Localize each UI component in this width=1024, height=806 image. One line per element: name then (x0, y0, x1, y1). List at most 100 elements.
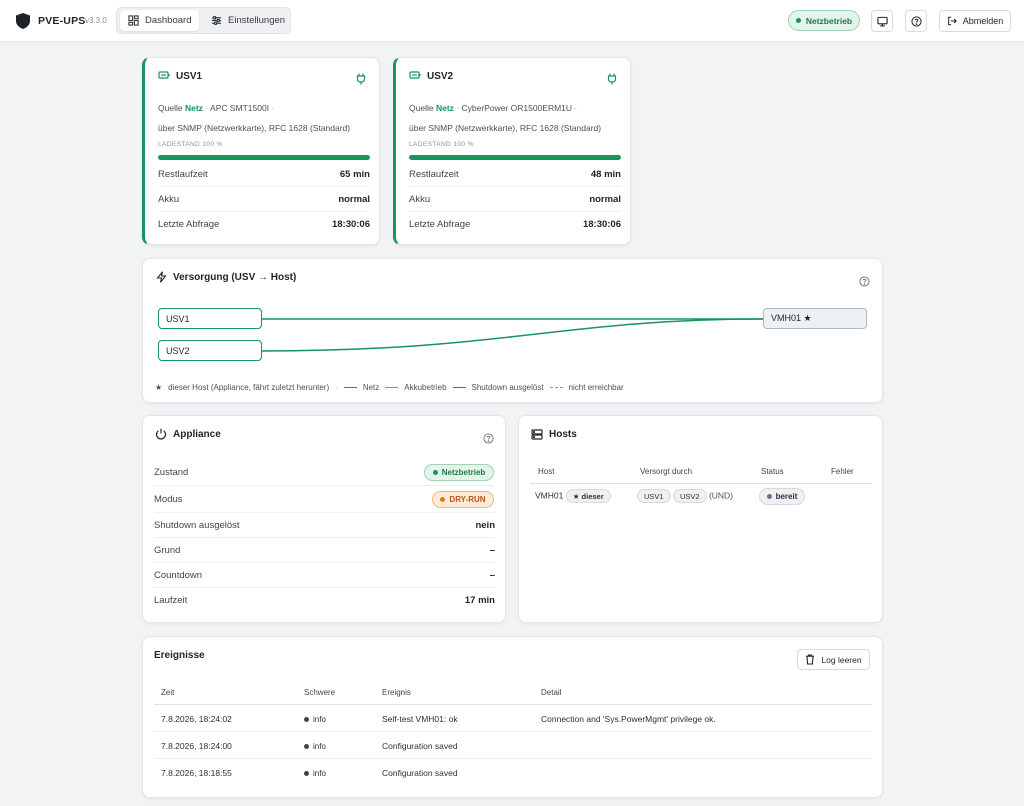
plug-icon (356, 73, 366, 85)
row-key: Zustand (154, 466, 189, 478)
row-key: Restlaufzeit (158, 168, 208, 180)
supply-card: Versorgung (USV → Host) USV1 USV2 VMH01 … (142, 258, 883, 403)
severity-label: info (313, 715, 326, 724)
status-badge: Netzbetrieb (788, 10, 860, 31)
ups-card-usv1: USV1 Quelle Netz · APC SMT1500I · über S… (142, 57, 380, 245)
clear-log-button[interactable]: Log leeren (797, 649, 870, 670)
ups-chip: USV1 (637, 489, 671, 503)
table-divider (154, 704, 872, 705)
appliance-card: Appliance Zustand Netzbetrieb Modus DRY-… (142, 415, 506, 623)
row-key: Laufzeit (154, 595, 188, 606)
events-title: Ereignisse (154, 650, 205, 661)
ups-model: CyberPower OR1500ERM1U (461, 103, 573, 113)
row-key: Letzte Abfrage (158, 219, 220, 230)
row-key: Countdown (154, 569, 203, 581)
charge-bar (158, 155, 370, 160)
supply-node-usv2[interactable]: USV2 (158, 340, 262, 361)
help-button[interactable] (905, 10, 927, 32)
legend-mains: Netz (362, 383, 380, 392)
lightning-icon (156, 271, 167, 283)
severity-label: info (313, 742, 326, 751)
app-title: PVE-UPS (38, 15, 86, 27)
ups-row-battery: Akku normal (409, 187, 621, 212)
events-card: Ereignisse Log leeren Zeit Schwere Ereig… (142, 636, 883, 798)
app-version: v3.3.0 (85, 16, 107, 25)
ups-name: USV1 (176, 71, 203, 82)
legend-line-mains (343, 387, 357, 388)
charge-bar-fill (409, 155, 621, 160)
event-time: 7.8.2026, 18:24:00 (161, 741, 232, 751)
row-divider (154, 731, 872, 732)
logout-label: Abmelden (962, 16, 1004, 26)
source-label: Quelle (409, 103, 434, 113)
row-value: 48 min (590, 168, 621, 180)
monitor-icon (876, 16, 888, 26)
ups-source-line: Quelle Netz · CyberPower OR1500ERM1U · (409, 103, 577, 113)
severity-dot (304, 717, 309, 722)
supply-link-usv2 (260, 318, 765, 352)
plug-icon (607, 73, 617, 85)
ups-row-battery: Akku normal (158, 187, 370, 212)
host-status-label: bereit (775, 492, 798, 501)
row-value: – (489, 544, 495, 556)
event-severity: info (304, 769, 326, 778)
mode-badge: DRY-RUN (432, 491, 494, 508)
row-key: Modus (154, 493, 183, 505)
host-status-badge: bereit (759, 488, 805, 505)
separator: · (335, 383, 338, 392)
ups-connection: über SNMP (Netzwerkkarte), RFC 1628 (Sta… (158, 123, 351, 133)
legend-unreachable: nicht erreichbar (568, 383, 624, 392)
monitor-button[interactable] (871, 10, 893, 32)
dashboard-icon (128, 15, 139, 26)
row-key: Shutdown ausgelöst (154, 519, 240, 531)
supply-node-usv1[interactable]: USV1 (158, 308, 262, 329)
col-error: Fehler (831, 467, 854, 476)
row-key: Letzte Abfrage (409, 219, 471, 230)
event-severity: info (304, 742, 326, 751)
row-value: – (489, 569, 495, 581)
source-value: Netz (184, 103, 203, 113)
separator: · (456, 103, 460, 113)
severity-dot (304, 744, 309, 749)
event-name: Configuration saved (382, 768, 458, 778)
supply-node-host[interactable]: VMH01 ★ (763, 308, 867, 329)
tab-settings[interactable]: Einstellungen (203, 10, 293, 31)
help-icon[interactable] (483, 433, 494, 444)
clear-log-label: Log leeren (821, 654, 862, 665)
col-severity: Schwere (304, 688, 336, 697)
state-badge: Netzbetrieb (424, 464, 494, 481)
charge-bar (409, 155, 621, 160)
row-divider (154, 758, 872, 759)
appliance-row-countdown: Countdown – (154, 563, 495, 588)
row-value: normal (338, 193, 370, 205)
hosts-title: Hosts (549, 429, 577, 440)
legend-line-unreachable (549, 387, 563, 388)
state-dot (432, 470, 438, 475)
row-value: 65 min (339, 168, 370, 180)
legend-line-battery (385, 387, 399, 388)
supply-legend: ★ dieser Host (Appliance, fährt zuletzt … (155, 383, 624, 392)
charge-bar-fill (158, 155, 370, 160)
nav-tabs: Dashboard Einstellungen (116, 7, 291, 34)
tab-dashboard[interactable]: Dashboard (120, 10, 200, 31)
star-icon: ★ (155, 383, 163, 392)
event-severity: info (304, 715, 326, 724)
trash-icon (806, 654, 815, 665)
event-time: 7.8.2026, 18:24:02 (161, 714, 232, 724)
host-name: VMH01 (535, 490, 564, 501)
mode-dot (440, 497, 446, 502)
event-time: 7.8.2026, 18:18:55 (161, 768, 232, 778)
col-event: Ereignis (382, 688, 411, 697)
appliance-row-reason: Grund – (154, 538, 495, 563)
legend-battery: Akkubetrieb (404, 383, 447, 392)
source-value: Netz (435, 103, 454, 113)
help-icon[interactable] (859, 276, 870, 287)
tab-settings-label: Einstellungen (228, 15, 286, 26)
ups-model: APC SMT1500I (210, 103, 270, 113)
logout-button[interactable]: Abmelden (939, 10, 1011, 32)
mode-badge-label: DRY-RUN (449, 495, 486, 504)
charge-label: LADESTAND 100 % (409, 141, 474, 148)
appliance-title: Appliance (173, 429, 221, 440)
separator: · (271, 103, 275, 113)
legend-shutdown: Shutdown ausgelöst (471, 383, 544, 392)
